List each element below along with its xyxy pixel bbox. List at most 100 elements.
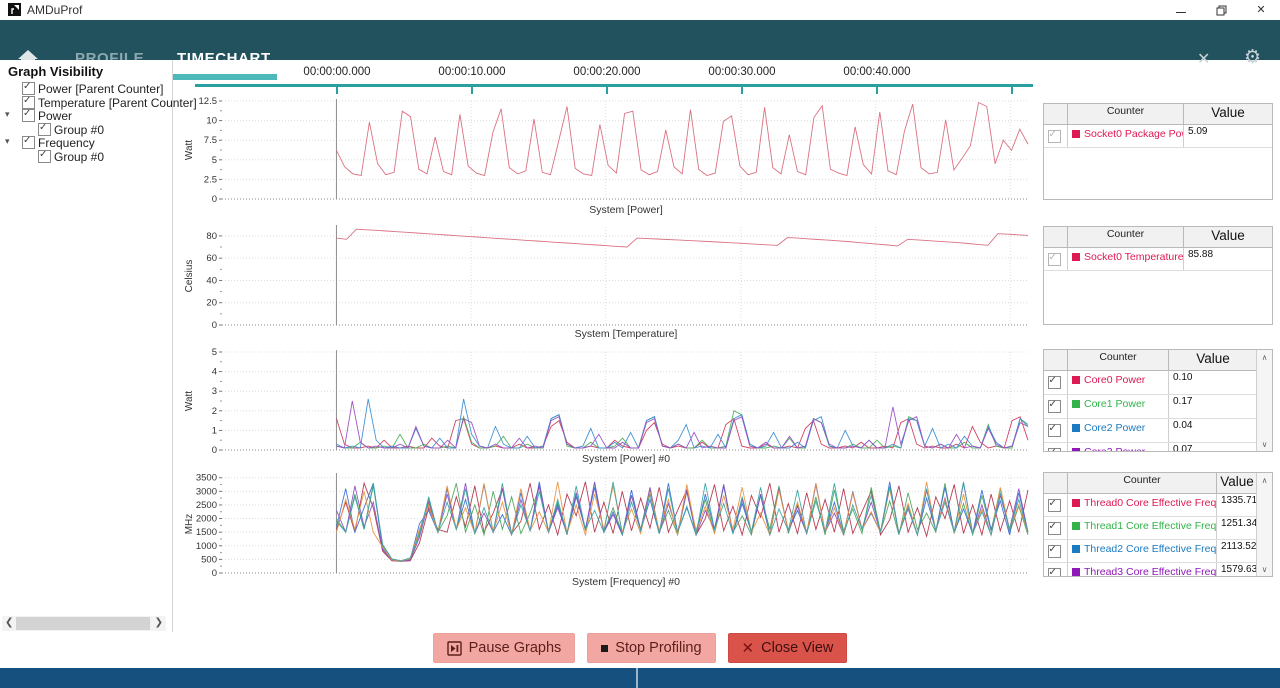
scroll-right-icon[interactable]: ❯ xyxy=(155,617,163,628)
counter-name: Thread0 Core Effective Frequency xyxy=(1084,497,1217,509)
scroll-down-icon[interactable]: ∨ xyxy=(1257,440,1272,449)
counter-column-header[interactable]: Counter xyxy=(1068,104,1184,124)
y-axis-label: Watt xyxy=(184,391,195,411)
svg-text:1500: 1500 xyxy=(196,527,217,538)
counter-checkbox[interactable]: ✓ xyxy=(1048,545,1061,558)
visibility-checkbox[interactable]: ✓ xyxy=(22,109,35,122)
time-tick-label: 00:00:40.000 xyxy=(832,66,922,78)
sidebar-horizontal-scrollbar[interactable]: ❮ ❯ xyxy=(2,616,166,631)
scroll-up-icon[interactable]: ∧ xyxy=(1257,476,1272,485)
graph-visibility-item: ✓Group #0 xyxy=(0,150,172,164)
counter-row: ✓Thread2 Core Effective Frequency2113.52 xyxy=(1044,540,1257,563)
progress-tick xyxy=(636,668,638,688)
time-tick-label: 00:00:20.000 xyxy=(562,66,652,78)
counter-name: Core2 Power xyxy=(1084,422,1145,434)
svg-text:40: 40 xyxy=(206,275,217,286)
counter-checkbox[interactable]: ✓ xyxy=(1048,376,1061,389)
scrollbar-thumb[interactable] xyxy=(16,617,150,630)
counter-checkbox[interactable]: ✓ xyxy=(1048,499,1061,512)
header-checkbox-column xyxy=(1044,350,1068,370)
restore-button[interactable] xyxy=(1206,0,1236,20)
counter-checkbox[interactable]: ✓ xyxy=(1048,130,1061,143)
counter-value: 85.88 xyxy=(1184,248,1272,270)
svg-text:60: 60 xyxy=(206,253,217,264)
graph-visibility-item: ▾✓Frequency xyxy=(0,136,172,150)
graph-visibility-label: Group #0 xyxy=(54,123,104,137)
graph-visibility-item: ✓Temperature [Parent Counter] xyxy=(0,96,172,110)
chevron-down-icon[interactable]: ▾ xyxy=(5,109,10,120)
svg-text:0: 0 xyxy=(212,320,217,330)
scroll-down-icon[interactable]: ∨ xyxy=(1257,565,1272,574)
series-color-swatch xyxy=(1072,130,1080,138)
time-tick xyxy=(471,87,473,94)
counter-checkbox[interactable]: ✓ xyxy=(1048,448,1061,452)
counter-checkbox[interactable]: ✓ xyxy=(1048,253,1061,266)
counter-checkbox[interactable]: ✓ xyxy=(1048,424,1061,437)
time-tick xyxy=(1011,87,1013,94)
counter-name: Core3 Power xyxy=(1084,446,1145,452)
svg-text:7.5: 7.5 xyxy=(204,135,217,146)
counter-column-header[interactable]: Counter xyxy=(1068,350,1169,370)
visibility-checkbox[interactable]: ✓ xyxy=(22,96,35,109)
window-close-button[interactable]: ✕ xyxy=(1246,0,1276,20)
chart-title: System [Frequency] #0 xyxy=(222,576,1030,588)
header-checkbox-column xyxy=(1044,473,1068,493)
series-color-swatch xyxy=(1072,568,1080,576)
chevron-down-icon[interactable]: ▾ xyxy=(5,136,10,147)
chart-plot-system-temperature-[interactable]: 020406080Celsius xyxy=(180,222,1030,330)
counter-checkbox[interactable]: ✓ xyxy=(1048,568,1061,578)
time-axis-line xyxy=(195,84,1033,87)
counter-checkbox[interactable]: ✓ xyxy=(1048,522,1061,535)
chart-title: System [Power] xyxy=(222,204,1030,216)
chart-plot-system-power-0[interactable]: 012345Watt xyxy=(180,347,1030,455)
scroll-left-icon[interactable]: ❮ xyxy=(5,617,13,628)
main-navbar: PROFILE TIMECHART ✕ ⚙ xyxy=(0,20,1280,60)
profiling-controls: Pause Graphs Stop Profiling ✕Close View xyxy=(0,633,1280,663)
counter-row: ✓ Thread0 Core Effective Frequency1335.71 xyxy=(1044,494,1257,517)
counter-row: ✓ Core1 Power 0.17 xyxy=(1044,395,1257,419)
table-scrollbar[interactable]: ∧∨ xyxy=(1256,473,1272,576)
visibility-checkbox[interactable]: ✓ xyxy=(38,150,51,163)
counter-checkbox[interactable]: ✓ xyxy=(1048,400,1061,413)
minimize-button[interactable] xyxy=(1166,0,1196,20)
visibility-checkbox[interactable]: ✓ xyxy=(22,136,35,149)
svg-text:10: 10 xyxy=(206,116,217,127)
table-scrollbar[interactable]: ∧∨ xyxy=(1256,350,1272,451)
stop-profiling-button[interactable]: Stop Profiling xyxy=(587,633,715,663)
pause-graphs-button[interactable]: Pause Graphs xyxy=(433,633,576,663)
value-column-header[interactable]: Value xyxy=(1217,473,1257,493)
svg-text:0: 0 xyxy=(212,568,217,578)
svg-text:5: 5 xyxy=(212,347,217,358)
counter-table: CounterValue✓Socket0 Temperature85.88 xyxy=(1043,226,1273,325)
svg-text:20: 20 xyxy=(206,298,217,309)
button-label: Pause Graphs xyxy=(469,640,562,656)
series-color-swatch xyxy=(1072,400,1080,408)
counter-table: CounterValue✓Socket0 Package Power5.09 xyxy=(1043,103,1273,200)
counter-name: Core0 Power xyxy=(1084,374,1145,386)
chart-plot-system-frequency-0[interactable]: 0500100015002000250030003500MHz xyxy=(180,470,1030,578)
time-tick-label: 00:00:00.000 xyxy=(292,66,382,78)
time-tick-label: 00:00:10.000 xyxy=(427,66,517,78)
time-tick-label: 00:00:30.000 xyxy=(697,66,787,78)
counter-column-header[interactable]: Counter xyxy=(1068,227,1184,247)
value-column-header[interactable]: Value xyxy=(1184,227,1272,247)
chart-plot-system-power-[interactable]: 02.557.51012.5Watt xyxy=(180,96,1030,204)
series-color-swatch xyxy=(1072,545,1080,553)
counter-row: ✓Thread3 Core Effective Frequency1579.63 xyxy=(1044,563,1257,577)
svg-text:0: 0 xyxy=(212,445,217,455)
stop-icon xyxy=(601,645,608,652)
counter-value: 0.10 xyxy=(1169,371,1257,394)
value-column-header[interactable]: Value xyxy=(1184,104,1272,124)
visibility-checkbox[interactable]: ✓ xyxy=(38,123,51,136)
button-label: Close View xyxy=(761,640,833,656)
window-title: AMDuProf xyxy=(27,3,82,17)
value-column-header[interactable]: Value xyxy=(1169,350,1257,370)
counter-row: ✓Core3 Power0.07 xyxy=(1044,443,1257,452)
counter-value: 1335.71 xyxy=(1217,494,1257,516)
counter-column-header[interactable]: Counter xyxy=(1068,473,1217,493)
y-axis-label: MHz xyxy=(184,514,195,535)
counter-value: 0.17 xyxy=(1169,395,1257,418)
counter-name: Core1 Power xyxy=(1084,398,1145,410)
close-view-button[interactable]: ✕Close View xyxy=(728,633,848,663)
scroll-up-icon[interactable]: ∧ xyxy=(1257,353,1272,362)
